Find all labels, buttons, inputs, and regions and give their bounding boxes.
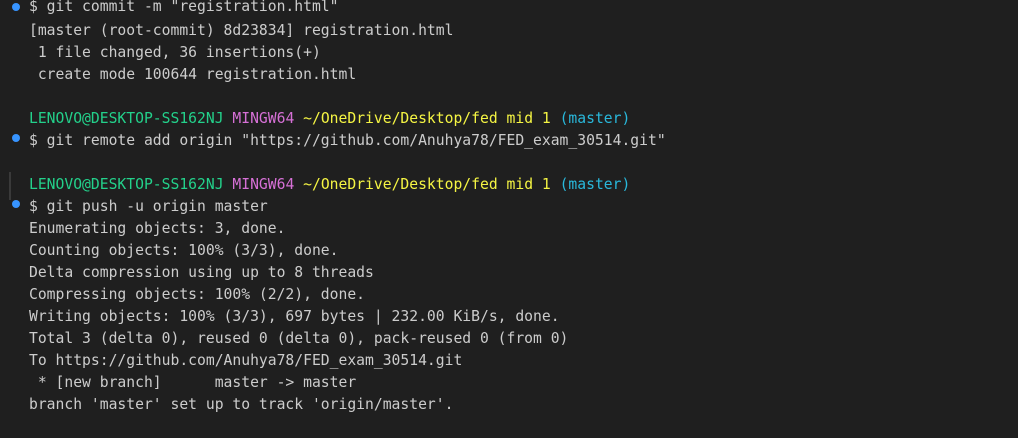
output-line: Delta compression using up to 8 threads <box>29 264 374 281</box>
shell-prompt: LENOVO@DESKTOP-SS162NJ MINGW64 ~/OneDriv… <box>29 174 630 196</box>
shell-prompt: LENOVO@DESKTOP-SS162NJ MINGW64 ~/OneDriv… <box>29 108 630 130</box>
command-success-icon[interactable] <box>12 3 20 11</box>
prompt-path: ~/OneDrive/Desktop/fed mid 1 <box>303 176 551 193</box>
output-line: Enumerating objects: 3, done. <box>29 220 286 237</box>
command-gutter-bar <box>9 172 11 200</box>
output-line: Counting objects: 100% (3/3), done. <box>29 242 339 259</box>
output-line: create mode 100644 registration.html <box>29 66 357 83</box>
command-success-icon[interactable] <box>12 134 20 142</box>
command-line: $ git commit -m "registration.html" <box>29 0 339 15</box>
prompt-branch: (master) <box>559 176 631 193</box>
output-line: Compressing objects: 100% (2/2), done. <box>29 286 366 303</box>
command-line: $ git push -u origin master <box>29 198 268 215</box>
prompt-env: MINGW64 <box>232 110 295 127</box>
prompt-user: LENOVO@DESKTOP-SS162NJ <box>29 176 224 193</box>
prompt-user: LENOVO@DESKTOP-SS162NJ <box>29 110 224 127</box>
output-line: Total 3 (delta 0), reused 0 (delta 0), p… <box>29 330 569 347</box>
output-line: * [new branch] master -> master <box>29 374 357 391</box>
output-line: 1 file changed, 36 insertions(+) <box>29 44 321 61</box>
prompt-path: ~/OneDrive/Desktop/fed mid 1 <box>303 110 551 127</box>
output-line: [master (root-commit) 8d23834] registrat… <box>29 22 454 39</box>
output-line: branch 'master' set up to track 'origin/… <box>29 396 454 413</box>
output-line: Writing objects: 100% (3/3), 697 bytes |… <box>29 308 560 325</box>
terminal-panel[interactable]: $ git commit -m "registration.html" [mas… <box>0 0 1018 438</box>
command-line: $ git remote add origin "https://github.… <box>29 132 666 149</box>
prompt-branch: (master) <box>559 110 631 127</box>
prompt-env: MINGW64 <box>232 176 295 193</box>
command-success-icon[interactable] <box>12 200 20 208</box>
output-line: To https://github.com/Anuhya78/FED_exam_… <box>29 352 463 369</box>
